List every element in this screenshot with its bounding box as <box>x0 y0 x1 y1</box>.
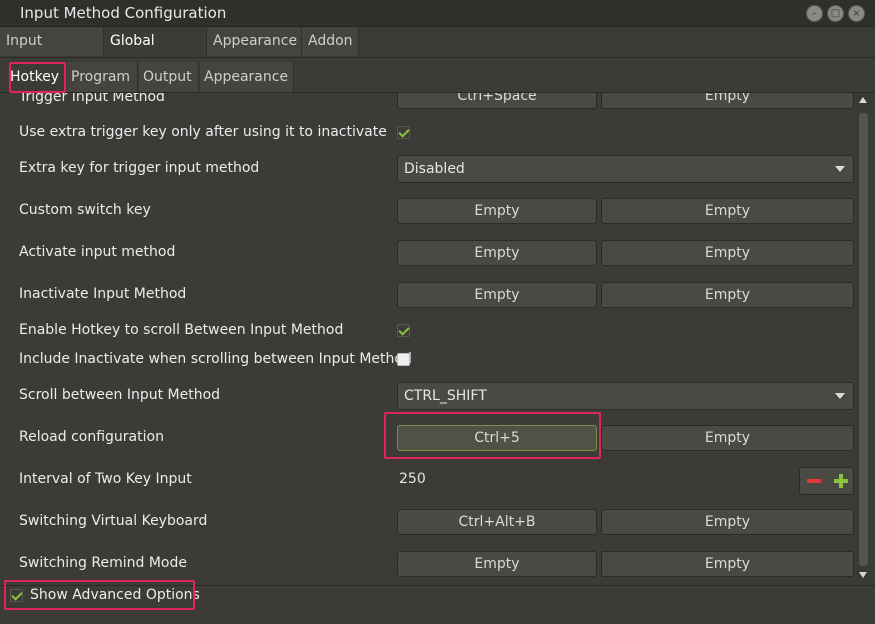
trigger-key1-button[interactable]: Ctrl+Space <box>397 93 597 109</box>
tab-appearance[interactable]: Appearance <box>207 27 302 56</box>
plus-icon-vertical[interactable] <box>839 474 843 488</box>
virtual-keyboard-key1-button[interactable]: Ctrl+Alt+B <box>397 509 597 535</box>
virtual-keyboard-key2-button[interactable]: Empty <box>601 509 854 535</box>
vertical-scrollbar[interactable] <box>856 93 871 583</box>
custom-switch-label: Custom switch key <box>19 202 151 218</box>
main-tabs: Input Method Global Config Appearance Ad… <box>0 27 875 78</box>
tab-addon[interactable]: Addon <box>302 27 359 56</box>
include-inactivate-checkbox[interactable] <box>397 353 410 366</box>
window-title: Input Method Configuration <box>20 4 227 22</box>
extra-key-label: Extra key for trigger input method <box>19 160 260 176</box>
activate-label: Activate input method <box>19 244 176 260</box>
scroll-thumb[interactable] <box>859 113 868 566</box>
interval-spin-buttons <box>799 467 854 495</box>
hotkey-tab-highlight <box>9 62 66 93</box>
scroll-between-dropdown[interactable]: CTRL_SHIFT <box>397 382 854 410</box>
trigger-label: Trigger Input Method <box>19 93 165 105</box>
scroll-between-label: Scroll between Input Method <box>19 387 221 403</box>
scroll-up-icon[interactable] <box>859 97 867 103</box>
include-inactivate-label: Include Inactivate when scrolling betwee… <box>19 351 412 367</box>
chevron-down-icon <box>835 393 845 399</box>
chevron-down-icon <box>835 166 845 172</box>
reload-label: Reload configuration <box>19 429 164 445</box>
tab-global-config[interactable]: Global Config <box>104 27 207 78</box>
extra-trigger-only-label: Use extra trigger key only after using i… <box>19 124 387 140</box>
inactivate-key2-button[interactable]: Empty <box>601 282 854 308</box>
extra-trigger-only-checkbox[interactable] <box>397 126 410 139</box>
extra-key-value: Disabled <box>404 161 465 177</box>
activate-key1-button[interactable]: Empty <box>397 240 597 266</box>
activate-key2-button[interactable]: Empty <box>601 240 854 266</box>
close-icon[interactable]: × <box>848 5 865 22</box>
remind-mode-key2-button[interactable]: Empty <box>601 551 854 577</box>
custom-switch-key2-button[interactable]: Empty <box>601 198 854 224</box>
enable-scroll-checkbox[interactable] <box>397 324 410 337</box>
subtab-program[interactable]: Program <box>67 62 138 92</box>
sub-tabs: Hotkey Program Output Appearance <box>0 60 875 93</box>
custom-switch-key1-button[interactable]: Empty <box>397 198 597 224</box>
extra-key-dropdown[interactable]: Disabled <box>397 155 854 183</box>
reload-key-highlight <box>384 412 601 459</box>
subtab-output[interactable]: Output <box>139 62 199 92</box>
minimize-icon[interactable]: – <box>806 5 823 22</box>
scroll-between-value: CTRL_SHIFT <box>404 388 487 404</box>
virtual-keyboard-label: Switching Virtual Keyboard <box>19 513 208 529</box>
enable-scroll-label: Enable Hotkey to scroll Between Input Me… <box>19 322 344 338</box>
tab-input-method[interactable]: Input Method <box>0 27 104 78</box>
window-controls: – □ × <box>806 5 865 22</box>
remind-mode-label: Switching Remind Mode <box>19 555 187 571</box>
title-bar: Input Method Configuration – □ × <box>0 0 875 27</box>
hotkey-settings-panel: Trigger Input Method Ctrl+Space Empty Us… <box>0 93 855 585</box>
trigger-key2-button[interactable]: Empty <box>601 93 854 109</box>
scroll-down-icon[interactable] <box>859 572 867 578</box>
interval-value[interactable]: 250 <box>399 471 426 487</box>
maximize-icon[interactable]: □ <box>827 5 844 22</box>
reload-key2-button[interactable]: Empty <box>601 425 854 451</box>
subtab-appearance[interactable]: Appearance <box>200 62 294 92</box>
minus-icon[interactable] <box>807 479 821 483</box>
remind-mode-key1-button[interactable]: Empty <box>397 551 597 577</box>
inactivate-key1-button[interactable]: Empty <box>397 282 597 308</box>
inactivate-label: Inactivate Input Method <box>19 286 187 302</box>
interval-label: Interval of Two Key Input <box>19 471 192 487</box>
advanced-options-highlight <box>4 580 195 610</box>
